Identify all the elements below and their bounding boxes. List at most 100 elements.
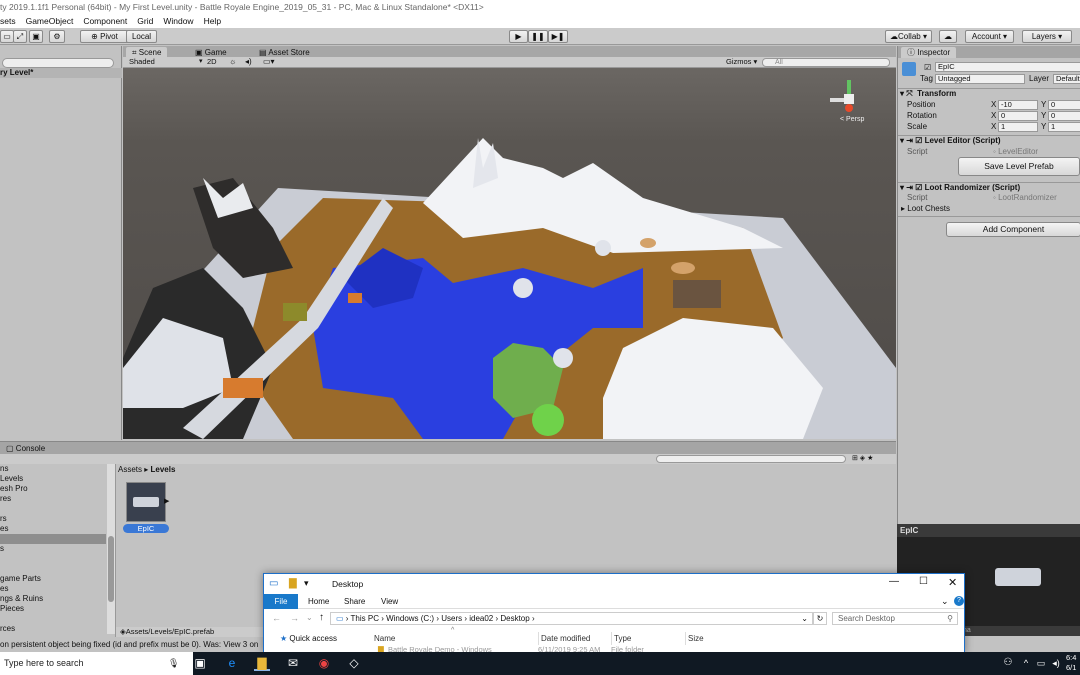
object-name-field[interactable]: EpIC — [935, 62, 1080, 72]
scale-y-field[interactable]: 1 — [1048, 122, 1080, 132]
folder-item[interactable]: Pieces — [0, 604, 24, 614]
explorer-search-input[interactable]: Search Desktop ⚲ — [832, 612, 958, 625]
breadcrumb-levels[interactable]: Levels — [150, 465, 175, 474]
layer-dropdown[interactable]: Default — [1053, 74, 1080, 84]
chevron-down-icon[interactable]: ⌄ — [941, 596, 949, 607]
chrome-icon[interactable]: ◉ — [316, 655, 332, 671]
column-name[interactable]: Name — [374, 632, 395, 645]
folder-item[interactable]: es — [0, 584, 8, 594]
menu-gameobject[interactable]: GameObject — [21, 15, 79, 27]
forward-arrow-icon[interactable]: → — [290, 613, 299, 623]
save-level-prefab-button[interactable]: Save Level Prefab — [958, 157, 1080, 176]
folder-item[interactable]: s — [0, 544, 4, 554]
ribbon-tab-file[interactable]: File — [264, 594, 298, 609]
volume-icon[interactable]: ◂) — [1048, 655, 1064, 671]
loot-chests-foldout[interactable]: ▸ Loot Chests — [901, 204, 950, 214]
pause-button[interactable]: ❚❚ — [528, 30, 548, 43]
network-icon[interactable]: ▭ — [1033, 655, 1049, 671]
folder-item[interactable]: rs — [0, 514, 7, 524]
file-explorer-icon[interactable]: ▇ — [254, 655, 270, 671]
rotation-x-field[interactable]: 0 — [998, 111, 1038, 121]
position-x-field[interactable]: -10 — [998, 100, 1038, 110]
step-button[interactable]: ▶❚ — [548, 30, 568, 43]
shading-mode-dropdown[interactable]: Shaded — [129, 57, 155, 67]
transform-header[interactable]: ▾ ⤧ Transform — [900, 89, 956, 99]
hierarchy-search-input[interactable] — [2, 58, 114, 68]
expand-arrow-icon[interactable]: ▶ — [164, 497, 169, 505]
mail-icon[interactable]: ✉ — [285, 655, 301, 671]
address-bar[interactable]: ▭ › This PC › Windows (C:) › Users › ide… — [330, 612, 813, 625]
address-drive[interactable]: Windows (C:) — [386, 614, 434, 623]
breadcrumb-assets[interactable]: Assets — [118, 465, 142, 474]
rect-tool-icon[interactable]: ▭ — [0, 30, 14, 43]
minimize-icon[interactable]: — — [889, 576, 899, 587]
address-user[interactable]: idea02 — [469, 614, 493, 623]
tab-console[interactable]: ▢ Console — [0, 443, 51, 454]
address-desktop[interactable]: Desktop — [500, 614, 529, 623]
back-arrow-icon[interactable]: ← — [272, 613, 281, 623]
tree-scrollbar-thumb[interactable] — [108, 536, 114, 602]
folder-item[interactable]: game Parts — [0, 574, 41, 584]
cloud-services-icon[interactable]: ☁ — [939, 30, 957, 43]
taskbar-clock[interactable]: 6:4 6/1 — [1066, 653, 1076, 673]
asset-name-label[interactable]: EpIC — [123, 524, 169, 533]
recent-chevron-icon[interactable]: ⌄ — [306, 613, 313, 622]
scene-search-input[interactable]: All — [762, 58, 890, 67]
address-users[interactable]: Users — [441, 614, 462, 623]
local-toggle[interactable]: Local — [126, 30, 157, 43]
account-dropdown[interactable]: Account ▾ — [965, 30, 1014, 43]
orientation-gizmo[interactable]: < Persp — [828, 76, 872, 128]
up-arrow-icon[interactable]: ↑ — [319, 612, 324, 623]
task-view-icon[interactable]: ▣ — [192, 655, 208, 671]
folder-item[interactable]: ngs & Ruins — [0, 594, 43, 604]
loot-randomizer-header[interactable]: ▾ ⇥ ☑ Loot Randomizer (Script) — [900, 183, 1020, 193]
collab-dropdown[interactable]: ☁Collab ▾ — [885, 30, 932, 43]
folder-item-levels[interactable]: Levels — [0, 474, 23, 484]
people-icon[interactable]: ⚇ — [1000, 655, 1016, 671]
column-type[interactable]: Type — [611, 632, 631, 645]
active-checkbox[interactable]: ☑ — [924, 63, 931, 72]
level-editor-header[interactable]: ▾ ⇥ ☑ Level Editor (Script) — [900, 136, 1001, 146]
custom-tool-icon[interactable]: ⚙ — [49, 30, 65, 43]
gizmos-dropdown[interactable]: Gizmos ▾ — [726, 57, 757, 67]
folder-item[interactable]: es — [0, 524, 8, 534]
nav-quick-access[interactable]: ★ Quick access — [280, 634, 337, 643]
column-date-modified[interactable]: Date modified — [538, 632, 590, 645]
tree-scrollbar[interactable] — [107, 464, 115, 634]
address-this-pc[interactable]: This PC — [351, 614, 379, 623]
taskbar-search-box[interactable]: Type here to search 🎙 — [0, 652, 193, 675]
add-component-button[interactable]: Add Component — [946, 222, 1080, 237]
scale-x-field[interactable]: 1 — [998, 122, 1038, 132]
microphone-icon[interactable]: 🎙 — [168, 652, 179, 675]
scene-viewport[interactable]: < Persp — [123, 68, 896, 439]
ribbon-tab-home[interactable]: Home — [308, 597, 329, 606]
script-field[interactable]: ◦ LootRandomizer — [993, 193, 1057, 203]
play-button[interactable]: ▶ — [509, 30, 528, 43]
layers-dropdown[interactable]: Layers ▾ — [1022, 30, 1072, 43]
folder-item[interactable]: res — [0, 494, 11, 504]
unity-icon[interactable]: ◇ — [346, 655, 362, 671]
folder-item[interactable]: ns — [0, 464, 8, 474]
chevron-up-icon[interactable]: ^ — [1018, 655, 1034, 671]
effects-icon[interactable]: ▭▾ — [263, 57, 275, 66]
folder-item-selected[interactable] — [0, 534, 106, 544]
folder-item[interactable]: rces — [0, 624, 15, 634]
chevron-down-icon[interactable]: ⌄ — [801, 613, 808, 624]
audio-icon[interactable]: ◂) — [245, 57, 252, 66]
lighting-icon[interactable]: ☼ — [229, 57, 236, 66]
script-field[interactable]: ◦ LevelEditor — [993, 147, 1038, 157]
folder-item[interactable]: esh Pro — [0, 484, 28, 494]
tag-dropdown[interactable]: Untagged — [935, 74, 1025, 84]
column-size[interactable]: Size — [685, 632, 704, 645]
edge-browser-icon[interactable]: e — [224, 655, 240, 671]
rotation-y-field[interactable]: 0 — [1048, 111, 1080, 121]
scene-root[interactable]: ry Level* — [0, 68, 122, 78]
rect-transform-icon[interactable]: ▣ — [29, 30, 43, 43]
ribbon-tab-view[interactable]: View — [381, 597, 398, 606]
menu-grid[interactable]: Grid — [132, 15, 158, 27]
maximize-icon[interactable]: ☐ — [919, 576, 928, 587]
pivot-toggle[interactable]: ⊕ Pivot — [80, 30, 129, 43]
menu-window[interactable]: Window — [158, 15, 198, 27]
close-icon[interactable]: ✕ — [948, 576, 957, 589]
prefab-thumbnail[interactable] — [126, 482, 166, 522]
